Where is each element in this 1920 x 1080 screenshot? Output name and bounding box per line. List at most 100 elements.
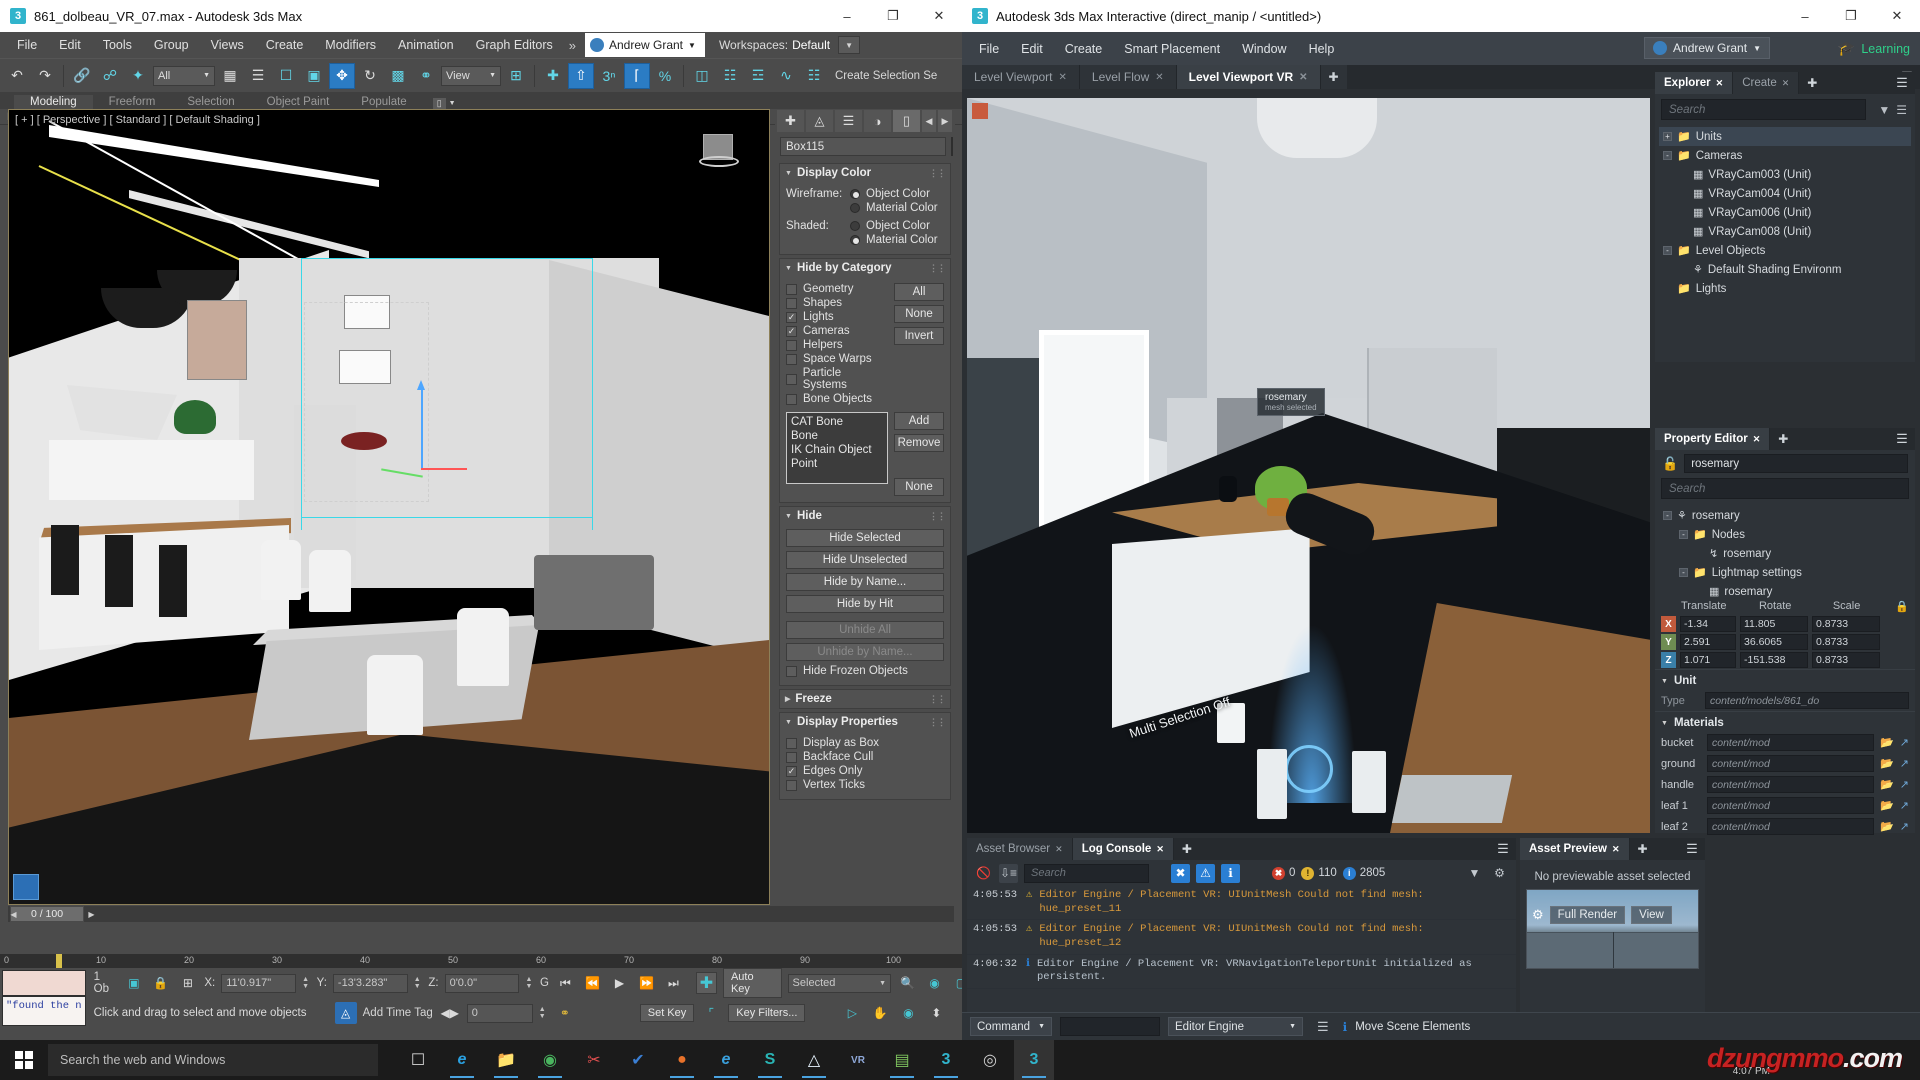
- object-name-input[interactable]: [780, 137, 946, 156]
- log-search-input[interactable]: Search: [1024, 863, 1149, 883]
- bind-to-space-warp-icon[interactable]: ✦: [125, 63, 151, 89]
- start-button[interactable]: [0, 1040, 48, 1080]
- unit-section-header[interactable]: ▼ Unit: [1655, 669, 1915, 690]
- motion-tab-icon[interactable]: ◑: [864, 110, 891, 132]
- hide-frozen-objects-row[interactable]: Hide Frozen Objects: [786, 665, 944, 677]
- checkbox[interactable]: ✓: [786, 325, 797, 337]
- menu-edit[interactable]: Edit: [48, 34, 92, 56]
- list-none-button[interactable]: None: [894, 478, 944, 496]
- internet-explorer-icon[interactable]: e: [706, 1040, 746, 1080]
- gizmo-x-axis[interactable]: [421, 468, 467, 470]
- workspaces-value[interactable]: Default: [788, 38, 830, 52]
- filter-info-toggle-icon[interactable]: ℹ: [1221, 863, 1240, 883]
- rollout-header-freeze[interactable]: ▶ Freeze ⋮⋮: [780, 690, 950, 708]
- taskbar-search-input[interactable]: Search the web and Windows: [48, 1044, 378, 1076]
- x-coordinate-field[interactable]: 11'0.917": [221, 973, 297, 993]
- go-to-start-icon[interactable]: ⏮: [555, 972, 576, 994]
- rollout-header-display-color[interactable]: ▼ Display Color ⋮⋮: [780, 164, 950, 182]
- rotate-z-field[interactable]: -151.538: [1740, 652, 1808, 668]
- category-space-warps[interactable]: Space Warps: [786, 353, 886, 365]
- category-cameras[interactable]: ✓ Cameras: [786, 325, 886, 337]
- folder-open-icon[interactable]: 📂: [1880, 736, 1894, 749]
- filter-error-toggle-icon[interactable]: ✖: [1171, 863, 1190, 883]
- add-time-tag-icon[interactable]: ◬: [334, 1002, 357, 1024]
- hide-selected-button[interactable]: Hide Selected: [786, 529, 944, 547]
- tab-level-viewport[interactable]: Level Viewport ✕: [962, 65, 1080, 89]
- expander-icon[interactable]: -: [1663, 151, 1672, 160]
- checkbox[interactable]: [786, 339, 797, 351]
- prop-tree-item-node-rosemary[interactable]: ↯ rosemary: [1659, 544, 1911, 563]
- rollout-header-hide[interactable]: ▼ Hide ⋮⋮: [780, 507, 950, 525]
- tab-log-console[interactable]: Log Console ✕: [1072, 838, 1174, 860]
- menu-group[interactable]: Group: [143, 34, 200, 56]
- menu-modifiers[interactable]: Modifiers: [314, 34, 387, 56]
- menu-file[interactable]: File: [968, 37, 1010, 61]
- spinner-snap-icon[interactable]: ⌈: [624, 62, 650, 89]
- explorer-menu-icon[interactable]: ☰: [1889, 72, 1915, 94]
- align-icon[interactable]: ☷: [717, 63, 743, 89]
- max-icon[interactable]: 3: [926, 1040, 966, 1080]
- pan-view-icon[interactable]: ▷: [841, 1002, 863, 1024]
- clear-log-icon[interactable]: 🚫: [974, 864, 993, 883]
- shaded-material-color-radio[interactable]: [850, 235, 860, 245]
- external-link-icon[interactable]: ↗: [1900, 778, 1909, 791]
- vr-icon[interactable]: VR: [838, 1040, 878, 1080]
- time-slider-prev-icon[interactable]: ◀: [8, 906, 19, 922]
- z-spinner[interactable]: ▲ ▼: [525, 976, 534, 990]
- close-icon[interactable]: ✕: [1753, 434, 1761, 445]
- sort-log-icon[interactable]: ⇩≡: [999, 863, 1018, 883]
- list-item[interactable]: Point: [791, 457, 883, 471]
- y-coordinate-field[interactable]: -13'3.283": [332, 973, 408, 993]
- explorer-search-input[interactable]: Search: [1661, 99, 1867, 120]
- schematic-view-icon[interactable]: ☷: [801, 63, 827, 89]
- shaded-object-color-radio[interactable]: [850, 221, 860, 231]
- tree-item-vraycam006[interactable]: ▦ VRayCam006 (Unit): [1659, 203, 1911, 222]
- checkbox[interactable]: [786, 353, 797, 365]
- edges-only-row[interactable]: ✓ Edges Only: [786, 765, 944, 777]
- prev-frame-icon[interactable]: ⏪: [582, 972, 603, 994]
- maximize-viewport-icon[interactable]: ⬍: [925, 1002, 947, 1024]
- translate-z-field[interactable]: 1.071: [1680, 652, 1736, 668]
- viewport-home-icon[interactable]: [13, 874, 39, 900]
- select-by-name-icon[interactable]: ☰: [245, 63, 271, 89]
- category-geometry[interactable]: Geometry: [786, 283, 886, 295]
- learning-button[interactable]: 🎓 Learning: [1838, 40, 1910, 57]
- category-shapes[interactable]: Shapes: [786, 297, 886, 309]
- tab-asset-browser[interactable]: Asset Browser ✕: [967, 838, 1073, 860]
- hide-unselected-button[interactable]: Hide Unselected: [786, 551, 944, 569]
- lock-icon[interactable]: 🔓: [1662, 456, 1678, 472]
- material-path-field[interactable]: content/mod: [1707, 797, 1875, 814]
- tab-create[interactable]: Create ✕: [1733, 72, 1800, 94]
- backface-cull-row[interactable]: Backface Cull: [786, 751, 944, 763]
- wireframe-material-color-radio[interactable]: [850, 203, 860, 213]
- folder-open-icon[interactable]: 📂: [1880, 799, 1894, 812]
- select-and-place-icon[interactable]: ⚭: [413, 63, 439, 89]
- frame-spinner[interactable]: ▲ ▼: [539, 1006, 548, 1020]
- category-particle-systems[interactable]: Particle Systems: [786, 367, 886, 391]
- drive-icon[interactable]: △: [794, 1040, 834, 1080]
- add-panel-icon[interactable]: ✚: [1799, 72, 1825, 94]
- command-dropdown[interactable]: Command ▼: [970, 1017, 1052, 1036]
- absolute-relative-mode-icon[interactable]: ⊞: [177, 972, 198, 994]
- snaps-toggle-icon[interactable]: ✚: [540, 63, 566, 89]
- select-object-icon[interactable]: ▦: [217, 63, 243, 89]
- zoom-all-icon[interactable]: ◉: [924, 972, 945, 994]
- tree-item-level-objects[interactable]: - 📁 Level Objects: [1659, 241, 1911, 260]
- lock-icon[interactable]: 🔒: [1895, 600, 1909, 613]
- external-link-icon[interactable]: ↗: [1900, 736, 1909, 749]
- property-editor-menu-icon[interactable]: ☰: [1889, 428, 1915, 450]
- time-slider-next-icon[interactable]: ▶: [86, 906, 97, 922]
- unlink-selection-icon[interactable]: ☍: [97, 63, 123, 89]
- tree-view-icon[interactable]: ☰: [1896, 103, 1907, 117]
- checkbox[interactable]: [786, 283, 797, 295]
- keyframe-marker[interactable]: [56, 954, 62, 968]
- zoom-icon[interactable]: 🔍: [897, 972, 918, 994]
- scale-x-field[interactable]: 0.8733: [1812, 616, 1880, 632]
- close-icon[interactable]: ✕: [1055, 844, 1063, 855]
- full-render-button[interactable]: Full Render: [1549, 906, 1626, 924]
- engine-dropdown[interactable]: Editor Engine ▼: [1168, 1017, 1303, 1036]
- checkbox[interactable]: ✓: [786, 311, 797, 323]
- undo-icon[interactable]: ↶: [4, 63, 30, 89]
- auto-key-button[interactable]: Auto Key: [722, 968, 782, 998]
- listener-input[interactable]: [2, 970, 86, 996]
